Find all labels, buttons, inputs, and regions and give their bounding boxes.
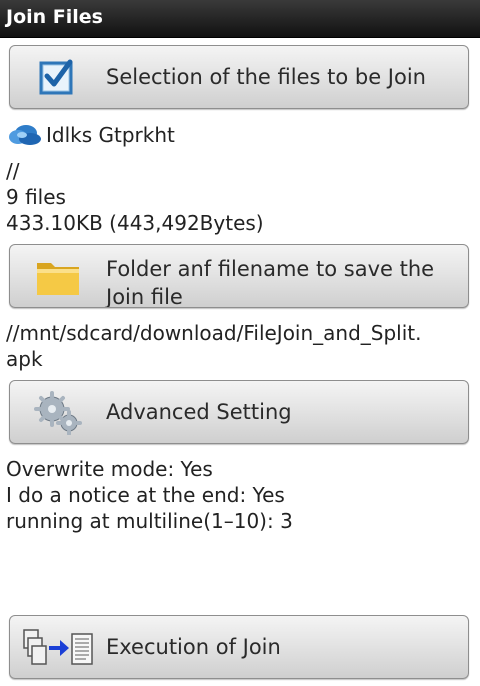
file-name: Idlks Gtprkht: [46, 123, 175, 147]
checkbox-icon: [39, 59, 73, 95]
advanced-setting-button[interactable]: Advanced Setting: [9, 380, 469, 444]
gears-icon: [34, 391, 82, 435]
join-documents-icon: [23, 629, 93, 665]
save-location-button[interactable]: Folder anf filename to save the Join fil…: [9, 244, 469, 308]
execute-join-label: Execution of Join: [106, 635, 281, 659]
overwrite-mode-text: Overwrite mode: Yes: [6, 457, 213, 481]
folder-icon: [37, 263, 79, 295]
advanced-setting-label: Advanced Setting: [106, 400, 292, 424]
window-title: Join Files: [6, 6, 103, 28]
multiline-text: running at multiline(1–10): 3: [6, 509, 293, 533]
notice-at-end-text: I do a notice at the end: Yes: [6, 483, 285, 507]
select-files-button[interactable]: Selection of the files to be Join: [9, 45, 469, 109]
file-size: 433.10KB (443,492Bytes): [6, 211, 264, 235]
save-location-label-line2: Join file: [106, 285, 183, 308]
save-path-line2: apk: [6, 347, 43, 371]
save-location-label-line1: Folder anf filename to save the: [106, 257, 435, 281]
select-files-label: Selection of the files to be Join: [106, 65, 426, 89]
execute-join-button[interactable]: Execution of Join: [9, 615, 469, 679]
title-bar: Join Files: [0, 0, 480, 38]
cloud-icon: [9, 125, 41, 145]
file-count: 9 files: [6, 185, 66, 209]
save-path-line1: //mnt/sdcard/download/FileJoin_and_Split…: [6, 321, 422, 345]
source-path: //: [6, 159, 20, 183]
